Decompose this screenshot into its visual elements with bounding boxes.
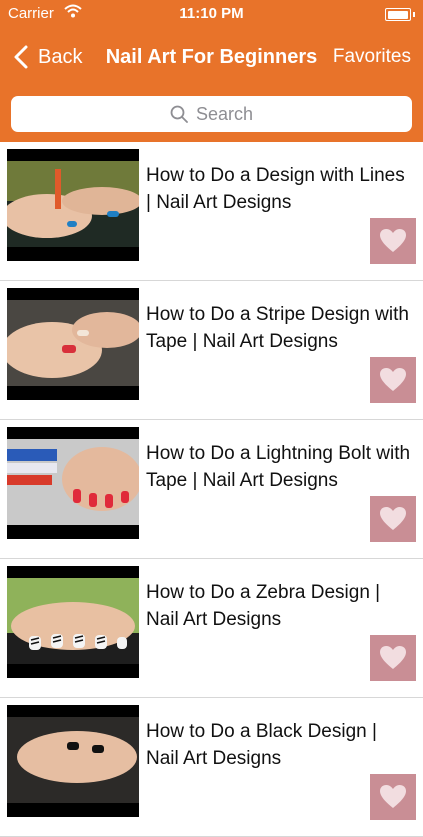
video-thumbnail [7, 566, 139, 678]
video-title: How to Do a Black Design | Nail Art Desi… [146, 721, 377, 769]
video-thumbnail [7, 288, 139, 400]
list-item[interactable]: How to Do a Zebra Design | Nail Art Desi… [0, 559, 423, 698]
heart-icon [380, 507, 406, 530]
heart-icon [380, 229, 406, 252]
clock: 11:10 PM [179, 5, 244, 22]
list-item[interactable]: How to Do a Design with Lines | Nail Art… [0, 142, 423, 281]
search-icon [170, 105, 188, 123]
favorites-button[interactable]: Favorites [333, 46, 411, 68]
video-title: How to Do a Stripe Design with Tape | Na… [146, 304, 409, 352]
favorite-toggle[interactable] [370, 774, 416, 820]
navigation-bar: Back Nail Art For Beginners Favorites [0, 30, 423, 88]
video-title: How to Do a Design with Lines | Nail Art… [146, 165, 405, 213]
heart-icon [380, 368, 406, 391]
video-list: How to Do a Design with Lines | Nail Art… [0, 142, 423, 837]
favorite-toggle[interactable] [370, 357, 416, 403]
video-thumbnail [7, 705, 139, 817]
search-bar: Search [0, 88, 423, 142]
heart-icon [380, 646, 406, 669]
favorite-toggle[interactable] [370, 218, 416, 264]
status-bar: Carrier 11:10 PM [0, 0, 423, 30]
chevron-left-icon [14, 45, 28, 69]
video-title: How to Do a Lightning Bolt with Tape | N… [146, 443, 411, 491]
favorite-toggle[interactable] [370, 496, 416, 542]
search-input[interactable]: Search [11, 96, 412, 132]
search-placeholder: Search [195, 103, 254, 124]
back-label: Back [38, 45, 83, 68]
list-item[interactable]: How to Do a Stripe Design with Tape | Na… [0, 281, 423, 420]
back-button[interactable]: Back [12, 44, 82, 70]
favorite-toggle[interactable] [370, 635, 416, 681]
list-item[interactable]: How to Do a Black Design | Nail Art Desi… [0, 698, 423, 837]
video-thumbnail [7, 149, 139, 261]
heart-icon [380, 785, 406, 808]
video-thumbnail [7, 427, 139, 539]
battery-icon [385, 8, 415, 21]
list-item[interactable]: How to Do a Lightning Bolt with Tape | N… [0, 420, 423, 559]
video-title: How to Do a Zebra Design | Nail Art Desi… [146, 582, 381, 630]
